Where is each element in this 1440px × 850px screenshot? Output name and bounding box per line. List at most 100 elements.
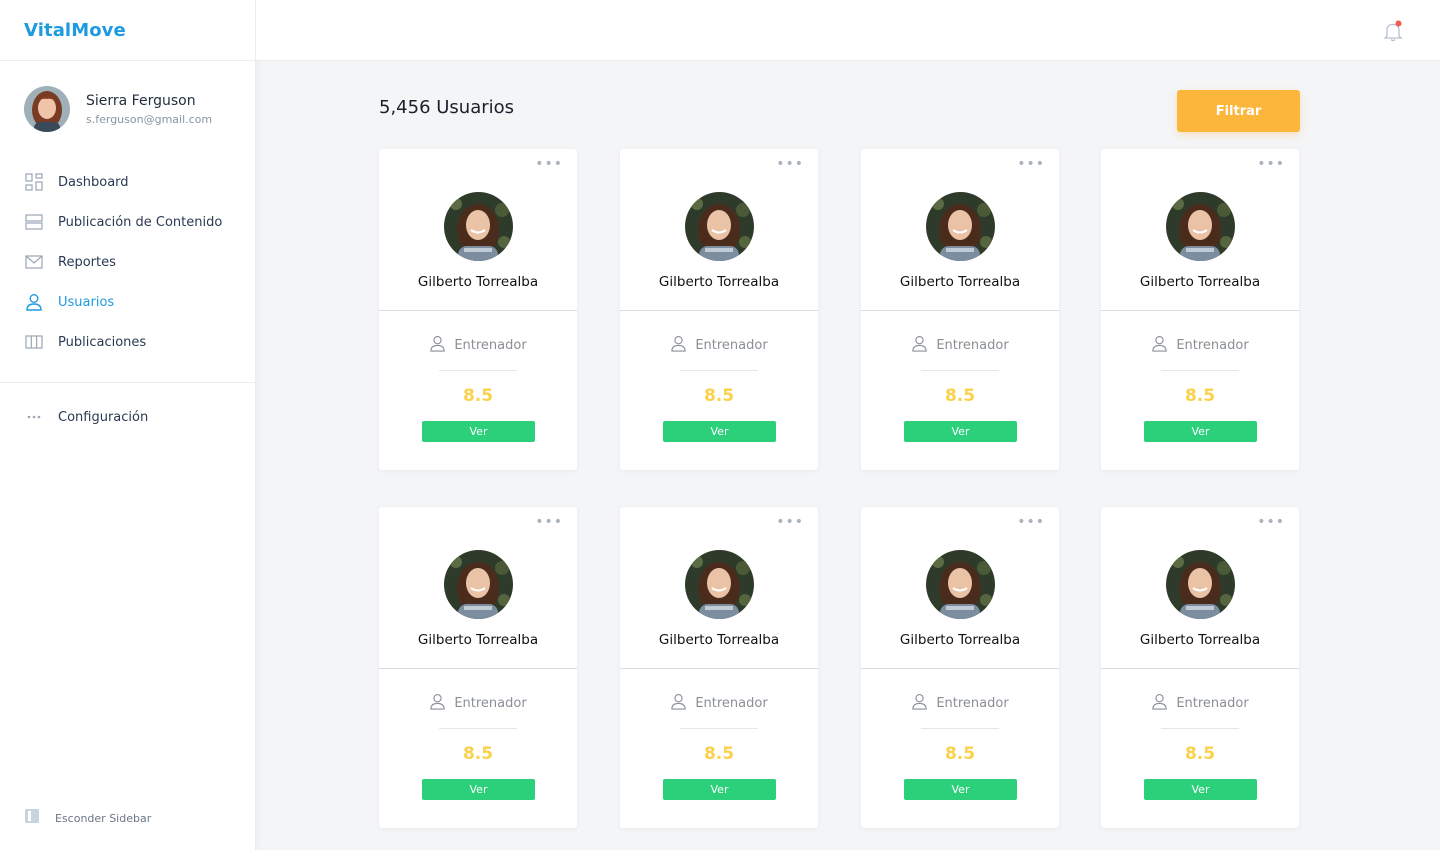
hide-sidebar-button[interactable]: Esconder Sidebar: [24, 808, 151, 828]
user-score: 8.5: [462, 744, 494, 764]
bell-icon: [1382, 20, 1404, 46]
user-score: 8.5: [1184, 744, 1216, 764]
sidebar-item-users[interactable]: Usuarios: [0, 282, 255, 322]
card-menu-icon[interactable]: •••: [1017, 157, 1045, 171]
notifications-button[interactable]: [1382, 20, 1404, 42]
view-button[interactable]: Ver: [904, 779, 1017, 800]
user-name: Gilberto Torrealba: [658, 274, 780, 290]
card-divider: [1101, 310, 1299, 311]
user-name: Sierra Ferguson: [86, 92, 196, 109]
user-card: ••• Gilberto Torrealba Entrenador 8.5 Ve…: [620, 149, 818, 470]
sidebar-item-dashboard[interactable]: Dashboard: [0, 162, 255, 202]
sidebar-item-content-publishing[interactable]: Publicación de Contenido: [0, 202, 255, 242]
sidebar-item-reports[interactable]: Reportes: [0, 242, 255, 282]
sidebar-item-publications[interactable]: Publicaciones: [0, 322, 255, 362]
user-icon: [429, 693, 446, 714]
user-icon: [911, 335, 928, 356]
card-menu-icon[interactable]: •••: [1257, 157, 1285, 171]
user-name: Gilberto Torrealba: [417, 632, 539, 648]
card-menu-icon[interactable]: •••: [1017, 515, 1045, 529]
card-menu-icon[interactable]: •••: [776, 515, 804, 529]
sidebar-item-label: Publicación de Contenido: [58, 214, 223, 230]
user-role: Entrenador: [861, 693, 1059, 714]
user-icon: [24, 292, 44, 312]
card-short-divider: [1161, 370, 1239, 371]
sidebar-item-settings[interactable]: Configuración: [0, 397, 255, 437]
user-card: ••• Gilberto Torrealba Entrenador 8.5 Ve…: [861, 149, 1059, 470]
user-card: ••• Gilberto Torrealba Entrenador 8.5 Ve…: [861, 507, 1059, 828]
user-icon: [670, 693, 687, 714]
avatar: [444, 192, 513, 261]
user-profile[interactable]: Sierra Ferguson s.ferguson@gmail.com: [0, 61, 255, 132]
user-name: Gilberto Torrealba: [658, 632, 780, 648]
view-button[interactable]: Ver: [663, 421, 776, 442]
user-role: Entrenador: [1101, 335, 1299, 356]
user-role: Entrenador: [1101, 693, 1299, 714]
user-card: ••• Gilberto Torrealba Entrenador 8.5 Ve…: [1101, 149, 1299, 470]
card-short-divider: [680, 370, 758, 371]
avatar: [1166, 192, 1235, 261]
card-divider: [861, 310, 1059, 311]
users-count: 5,456 Usuarios: [379, 97, 515, 118]
avatar: [444, 550, 513, 619]
filter-button[interactable]: Filtrar: [1177, 90, 1300, 132]
user-role: Entrenador: [379, 335, 577, 356]
card-divider: [379, 310, 577, 311]
sidebar-item-label: Dashboard: [58, 174, 129, 190]
view-button[interactable]: Ver: [422, 421, 535, 442]
view-button[interactable]: Ver: [1144, 779, 1257, 800]
user-name: Gilberto Torrealba: [899, 632, 1021, 648]
columns-icon: [24, 332, 44, 352]
user-icon: [1151, 693, 1168, 714]
sidebar-toggle-icon: [24, 808, 42, 828]
dashboard-grid-icon: [24, 172, 44, 192]
card-short-divider: [680, 728, 758, 729]
user-card: ••• Gilberto Torrealba Entrenador 8.5 Ve…: [379, 149, 577, 470]
view-button[interactable]: Ver: [904, 421, 1017, 442]
hide-sidebar-label: Esconder Sidebar: [55, 811, 152, 825]
user-email: s.ferguson@gmail.com: [86, 112, 213, 126]
content-stack-icon: [24, 212, 44, 232]
mail-icon: [24, 252, 44, 272]
user-score: 8.5: [703, 744, 735, 764]
user-score: 8.5: [944, 386, 976, 406]
view-button[interactable]: Ver: [663, 779, 776, 800]
sidebar-item-label: Usuarios: [58, 294, 115, 310]
view-button[interactable]: Ver: [1144, 421, 1257, 442]
top-bar: [256, 0, 1440, 61]
card-menu-icon[interactable]: •••: [776, 157, 804, 171]
sidebar-item-label: Configuración: [58, 409, 149, 425]
sidebar-item-label: Reportes: [58, 254, 116, 270]
user-score: 8.5: [1184, 386, 1216, 406]
card-short-divider: [1161, 728, 1239, 729]
user-role: Entrenador: [861, 335, 1059, 356]
sidebar: VitalMove Sierra Ferguson s.ferguson@gma…: [0, 0, 256, 850]
user-card: ••• Gilberto Torrealba Entrenador 8.5 Ve…: [379, 507, 577, 828]
user-icon: [670, 335, 687, 356]
card-menu-icon[interactable]: •••: [1257, 515, 1285, 529]
user-role: Entrenador: [379, 693, 577, 714]
avatar: [685, 192, 754, 261]
role-label: Entrenador: [695, 696, 768, 711]
role-label: Entrenador: [1176, 696, 1249, 711]
card-divider: [1101, 668, 1299, 669]
card-divider: [379, 668, 577, 669]
avatar: [24, 86, 70, 132]
card-menu-icon[interactable]: •••: [535, 157, 563, 171]
card-short-divider: [439, 728, 517, 729]
card-short-divider: [921, 370, 999, 371]
role-label: Entrenador: [1176, 338, 1249, 353]
role-label: Entrenador: [454, 338, 527, 353]
card-menu-icon[interactable]: •••: [535, 515, 563, 529]
view-button[interactable]: Ver: [422, 779, 535, 800]
card-divider: [620, 668, 818, 669]
role-label: Entrenador: [695, 338, 768, 353]
brand-logo[interactable]: VitalMove: [0, 0, 255, 61]
avatar: [926, 192, 995, 261]
role-label: Entrenador: [454, 696, 527, 711]
sidebar-nav: Dashboard Publicación de Contenido Repor…: [0, 162, 255, 362]
card-divider: [861, 668, 1059, 669]
user-name: Gilberto Torrealba: [1139, 632, 1261, 648]
sidebar-item-label: Publicaciones: [58, 334, 147, 350]
role-label: Entrenador: [936, 338, 1009, 353]
